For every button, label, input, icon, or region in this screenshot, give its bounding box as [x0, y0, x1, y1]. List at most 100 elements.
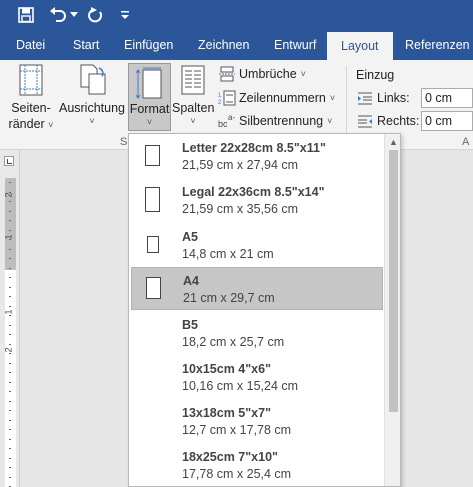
ruler-tick	[9, 277, 11, 278]
ruler-tick	[9, 429, 11, 430]
paper-size-18x25[interactable]: 18x25cm 7"x10" 17,78 cm x 25,4 cm	[131, 444, 383, 486]
scrollbar-thumb[interactable]	[389, 150, 398, 412]
tab-selector-icon[interactable]	[4, 156, 14, 166]
group-label-paragraph: A	[462, 136, 470, 148]
ruler-tick	[9, 306, 11, 307]
hyphenation-icon: bca-	[218, 113, 235, 129]
ruler-tick	[9, 325, 11, 326]
paper-size-a5[interactable]: A5 14,8 cm x 21 cm	[131, 224, 383, 267]
svg-text:1: 1	[218, 93, 222, 99]
ruler-tick	[9, 201, 11, 202]
hyphenation-button[interactable]: bc a- Silbentrennung ˅	[218, 111, 332, 131]
indent-right-icon	[358, 115, 372, 128]
ruler-tick	[9, 372, 11, 373]
paper-size-b5[interactable]: B5 18,2 cm x 25,7 cm	[131, 312, 383, 355]
paper-size-dims: 14,8 cm x 21 cm	[182, 247, 274, 261]
group-label-page-setup: S	[120, 136, 128, 148]
tab-start[interactable]: Start	[71, 30, 101, 60]
orientation-icon	[80, 64, 106, 95]
paper-size-name: Letter 22x28cm 8.5"x11"	[182, 141, 326, 155]
ruler-tick	[9, 439, 11, 440]
redo-icon[interactable]	[86, 4, 106, 26]
undo-icon[interactable]	[48, 4, 68, 26]
tab-datei[interactable]: Datei	[14, 30, 47, 60]
tab-einfuegen[interactable]: Einfügen	[122, 30, 175, 60]
ruler-number: 2	[3, 192, 14, 198]
ruler-tick	[9, 420, 11, 421]
chevron-down-icon: ˅	[327, 116, 333, 126]
breaks-button[interactable]: Umbrüche ˅	[218, 64, 306, 84]
paper-size-name: 10x15cm 4"x6"	[182, 362, 272, 376]
ruler-tick	[9, 230, 11, 231]
page-icon	[145, 145, 160, 166]
orientation-button[interactable]: Ausrichtung ˅	[58, 64, 126, 140]
margins-label-2: ränder ˅	[8, 117, 54, 131]
ruler-strip	[5, 178, 16, 487]
indent-right-label: Rechts:	[377, 114, 420, 128]
undo-dropdown-icon[interactable]	[69, 4, 79, 26]
ruler-tick	[9, 363, 11, 364]
paper-size-dims: 10,16 cm x 15,24 cm	[182, 379, 299, 393]
chevron-down-icon: ˅	[190, 116, 196, 126]
ruler-tick	[9, 192, 11, 193]
save-icon[interactable]	[16, 4, 36, 26]
indent-right-input[interactable]: 0 cm	[421, 111, 473, 131]
ruler-number: 2	[3, 347, 14, 353]
breaks-label: Umbrüche	[239, 67, 297, 81]
ruler-tick	[9, 382, 11, 383]
size-button[interactable]: Format ˅	[128, 63, 171, 131]
paper-size-name: 18x25cm 7"x10"	[182, 450, 278, 464]
paper-size-name: B5	[182, 318, 198, 332]
paper-size-letter[interactable]: Letter 22x28cm 8.5"x11" 21,59 cm x 27,94…	[131, 135, 383, 178]
columns-icon	[181, 65, 205, 95]
tab-entwurf[interactable]: Entwurf	[272, 30, 318, 60]
chevron-down-icon: ˅	[89, 116, 95, 126]
paper-size-dims: 21,59 cm x 27,94 cm	[182, 158, 299, 172]
indent-left-icon	[358, 92, 372, 105]
indent-left-label: Links:	[377, 91, 410, 105]
ruler-tick	[9, 268, 11, 269]
gallery-scrollbar[interactable]: ▲	[384, 134, 400, 486]
paper-size-13x18[interactable]: 13x18cm 5"x7" 12,7 cm x 17,78 cm	[131, 400, 383, 443]
chevron-down-icon: ˅	[146, 117, 153, 127]
ruler-tick	[9, 448, 11, 449]
paper-size-dims: 12,7 cm x 17,78 cm	[182, 423, 292, 437]
paper-size-a4[interactable]: A4 21 cm x 29,7 cm	[131, 267, 383, 310]
ruler-tick	[9, 353, 11, 354]
paper-size-10x15[interactable]: 10x15cm 4"x6" 10,16 cm x 15,24 cm	[131, 356, 383, 399]
tab-referenzen[interactable]: Referenzen	[403, 30, 472, 60]
margins-icon	[19, 64, 43, 96]
breaks-icon	[219, 66, 235, 82]
indent-left-row: Links:	[357, 88, 410, 108]
margins-button[interactable]: Seiten- ränder ˅	[8, 64, 54, 140]
ruler-tick	[9, 315, 11, 316]
customize-qat-icon[interactable]	[118, 4, 132, 26]
hyphenation-label: Silbentrennung	[239, 114, 324, 128]
indent-left-input[interactable]: 0 cm	[421, 88, 473, 108]
columns-button[interactable]: Spalten ˅	[172, 64, 214, 140]
paper-size-name: Legal 22x36cm 8.5"x14"	[182, 185, 325, 199]
quick-access-toolbar	[0, 0, 473, 30]
page-icon	[147, 236, 159, 253]
ruler-tick	[9, 467, 11, 468]
ruler-tick	[9, 258, 11, 259]
paper-size-legal[interactable]: Legal 22x36cm 8.5"x14" 21,59 cm x 35,56 …	[131, 179, 383, 222]
paper-size-dims: 21 cm x 29,7 cm	[183, 291, 275, 305]
ruler-tick	[9, 344, 11, 345]
page-icon	[146, 277, 161, 299]
indent-right-row: Rechts:	[357, 111, 419, 131]
ruler-tick	[9, 477, 11, 478]
document-area	[401, 150, 473, 487]
ruler-tick	[9, 410, 11, 411]
tab-zeichnen[interactable]: Zeichnen	[196, 30, 251, 60]
scroll-up-icon[interactable]: ▲	[385, 134, 400, 150]
paper-size-name: A5	[182, 230, 198, 244]
columns-label: Spalten	[172, 101, 215, 115]
svg-text:a-: a-	[228, 113, 235, 122]
line-numbers-button[interactable]: 12 Zeilennummern ˅	[218, 88, 335, 108]
size-icon	[135, 67, 161, 99]
tab-layout[interactable]: Layout	[327, 32, 393, 60]
ruler-tick	[9, 458, 11, 459]
ruler-tick	[9, 249, 11, 250]
orientation-label: Ausrichtung	[58, 101, 125, 115]
